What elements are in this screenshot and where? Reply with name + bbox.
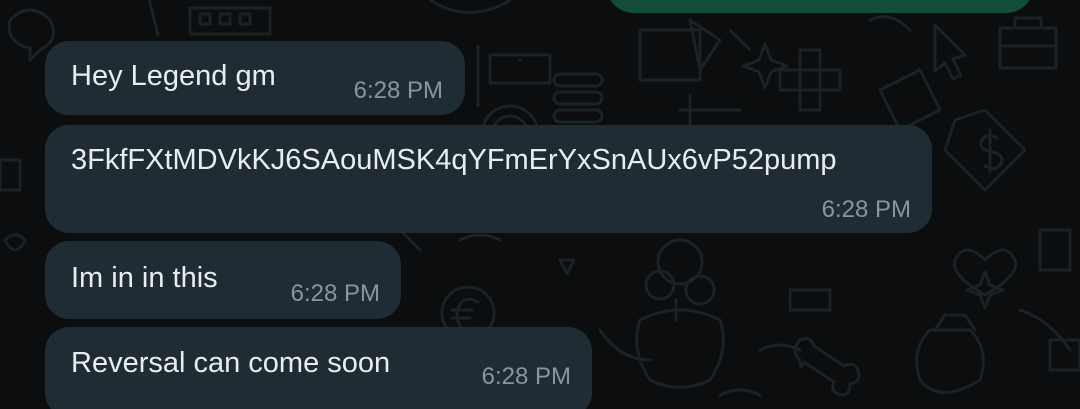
briefcase-icon [998,16,1058,70]
sparkle-icon [965,270,1005,310]
message-bubble[interactable]: Hey Legend gm 6:28 PM [45,41,465,115]
message-text: Im in in this [71,262,218,294]
message-bubble[interactable]: 3FkfFXtMDVkKJ6SAouMSK4qYFmErYxSnAUx6vP52… [45,125,932,233]
message-text: Hey Legend gm [71,60,276,92]
chat-bubble-icon [7,8,55,62]
message-bubble[interactable]: Im in in this 6:28 PM [45,241,401,319]
message-text: 3FkfFXtMDVkKJ6SAouMSK4qYFmErYxSnAUx6vP52… [71,144,837,176]
chat-area[interactable]: Hey Legend gm 6:28 PM 3FkfFXtMDVkKJ6SAou… [0,0,1080,409]
message-bubble[interactable]: Reversal can come soon 6:28 PM [45,327,592,409]
cursor-icon [933,23,967,81]
poodle-icon [635,238,725,389]
message-timestamp: 6:28 PM [290,280,380,307]
message-text: Reversal can come soon [71,347,391,379]
bone-icon [793,337,861,397]
message-timestamp: 6:28 PM [353,77,443,104]
outgoing-message-bubble-partial[interactable] [606,0,1034,13]
money-bag-icon [915,313,985,394]
dollar-tag-icon [943,108,1027,192]
message-timestamp: 6:28 PM [481,363,571,390]
message-timestamp: 6:28 PM [821,196,911,223]
